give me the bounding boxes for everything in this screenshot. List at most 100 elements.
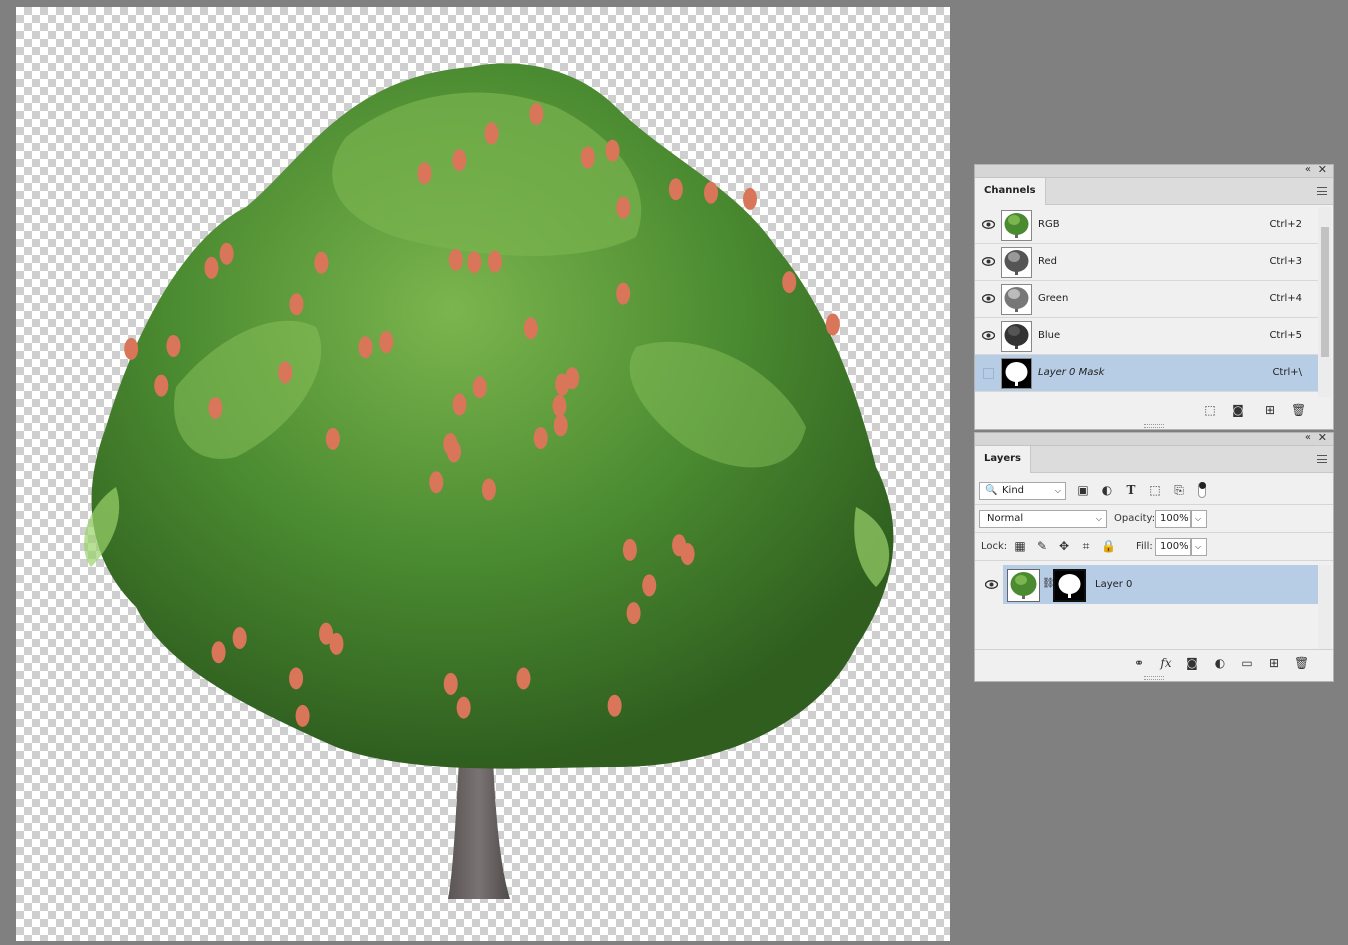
tab-layers[interactable]: Layers <box>975 446 1031 473</box>
shape-filter-icon[interactable]: ⬚ <box>1146 481 1164 499</box>
channel-shortcut: Ctrl+4 <box>1269 293 1302 304</box>
fx-icon[interactable]: fx <box>1159 656 1173 670</box>
fruit <box>289 667 304 690</box>
channel-name: Layer 0 Mask <box>1038 367 1105 378</box>
resize-grip[interactable] <box>1144 676 1164 680</box>
fruit <box>484 122 499 145</box>
layers-panel: « ✕ Layers 🔍 Kind ⌵ ▣ ◐ T ⬚ ⎘ Normal ⌵ O… <box>974 431 1334 682</box>
layers-scrollbar[interactable] <box>1318 565 1331 650</box>
fruit <box>553 414 568 437</box>
layer-thumbnail[interactable] <box>1007 569 1040 602</box>
new-channel-icon[interactable]: ⊞ <box>1263 403 1277 417</box>
fruit <box>452 149 467 172</box>
fruit <box>295 704 310 727</box>
fill-input[interactable]: 100% <box>1155 538 1191 556</box>
fruit <box>166 334 181 357</box>
link-icon[interactable]: ⚭ <box>1132 656 1146 670</box>
fruit <box>668 178 683 201</box>
layer-row[interactable]: ⛓ Layer 0 <box>1003 565 1319 604</box>
eye-icon[interactable] <box>982 257 995 266</box>
panel-menu-icon[interactable] <box>1317 187 1327 195</box>
fruit <box>565 367 580 390</box>
resize-grip[interactable] <box>1144 424 1164 428</box>
blend-row: Normal ⌵ Opacity: 100% ⌵ <box>975 505 1333 533</box>
fruit <box>232 626 247 649</box>
opacity-input[interactable]: 100% <box>1155 510 1191 528</box>
fruit <box>782 271 797 294</box>
fruit <box>552 394 567 417</box>
fruit <box>533 427 548 450</box>
eye-icon[interactable] <box>982 220 995 229</box>
tab-channels[interactable]: Channels <box>975 178 1046 205</box>
eye-icon[interactable] <box>985 580 998 589</box>
filter-toggle[interactable] <box>1198 482 1206 498</box>
pixel-filter-icon[interactable]: ▣ <box>1074 481 1092 499</box>
save-selection-icon[interactable]: ◙ <box>1231 403 1245 417</box>
fill-dropdown[interactable]: ⌵ <box>1191 538 1207 556</box>
fruit <box>211 641 226 664</box>
lock-position-icon[interactable]: ✥ <box>1057 539 1071 553</box>
fruit <box>467 251 482 274</box>
channel-thumbnail <box>1001 210 1032 241</box>
fruit <box>204 256 219 279</box>
filter-kind-select[interactable]: 🔍 Kind ⌵ <box>979 482 1066 500</box>
collapse-icon[interactable]: « <box>1305 164 1311 175</box>
type-filter-icon[interactable]: T <box>1122 481 1140 499</box>
close-icon[interactable]: ✕ <box>1318 163 1327 176</box>
fruit <box>487 250 502 273</box>
channel-row-red[interactable]: Red Ctrl+3 <box>975 244 1318 281</box>
collapse-icon[interactable]: « <box>1305 432 1311 443</box>
channel-shortcut: Ctrl+2 <box>1269 219 1302 230</box>
adjustment-filter-icon[interactable]: ◐ <box>1098 481 1116 499</box>
load-selection-icon[interactable]: ⬚ <box>1203 403 1217 417</box>
panel-menu-icon[interactable] <box>1317 455 1327 463</box>
group-icon[interactable]: ▭ <box>1240 656 1254 670</box>
lock-image-pixels-icon[interactable]: ✎ <box>1035 539 1049 553</box>
delete-icon[interactable]: 🗑 <box>1291 403 1306 417</box>
chevron-down-icon: ⌵ <box>1095 514 1102 523</box>
opacity-value: 100% <box>1160 513 1189 524</box>
layers-footer: ⚭ fx ◙ ◐ ▭ ⊞ 🗑 <box>975 649 1333 675</box>
add-mask-icon[interactable]: ◙ <box>1185 656 1199 670</box>
fruit <box>605 139 620 162</box>
channel-row-layer-mask[interactable]: Layer 0 Mask Ctrl+\ <box>975 355 1318 392</box>
opacity-dropdown[interactable]: ⌵ <box>1191 510 1207 528</box>
fruit <box>314 251 329 274</box>
layer-name[interactable]: Layer 0 <box>1095 579 1132 590</box>
fruit <box>704 181 719 204</box>
channel-name: RGB <box>1038 219 1060 230</box>
fruit <box>616 196 631 219</box>
scrollbar-thumb[interactable] <box>1321 227 1329 357</box>
channel-row-rgb[interactable]: RGB Ctrl+2 <box>975 207 1318 244</box>
lock-artboard-icon[interactable]: ⌗ <box>1079 539 1093 553</box>
tree-image <box>84 63 894 899</box>
layer-mask-thumbnail[interactable] <box>1053 569 1086 602</box>
channels-panel-topbar: « ✕ <box>975 163 1333 178</box>
channel-row-blue[interactable]: Blue Ctrl+5 <box>975 318 1318 355</box>
fruit <box>607 694 622 717</box>
fruit <box>516 667 531 690</box>
blend-mode-select[interactable]: Normal ⌵ <box>979 510 1107 528</box>
smart-object-filter-icon[interactable]: ⎘ <box>1170 481 1188 499</box>
channels-tabbar: Channels <box>975 178 1333 205</box>
search-icon: 🔍 <box>985 485 998 496</box>
adjustment-icon[interactable]: ◐ <box>1213 656 1227 670</box>
channel-name: Green <box>1038 293 1069 304</box>
filter-row: 🔍 Kind ⌵ ▣ ◐ T ⬚ ⎘ <box>975 477 1333 505</box>
channel-row-green[interactable]: Green Ctrl+4 <box>975 281 1318 318</box>
eye-icon[interactable] <box>982 331 995 340</box>
channels-scrollbar[interactable] <box>1318 207 1331 397</box>
opacity-label: Opacity: <box>1114 513 1156 524</box>
lock-all-icon[interactable]: 🔒 <box>1101 539 1116 553</box>
visibility-box[interactable] <box>983 368 994 379</box>
eye-icon[interactable] <box>982 294 995 303</box>
lock-transparent-pixels-icon[interactable]: ▦ <box>1013 539 1027 553</box>
document-canvas[interactable] <box>16 7 950 941</box>
channels-footer: ⬚ ◙ ⊞ 🗑 <box>975 397 1333 423</box>
channel-shortcut: Ctrl+\ <box>1272 367 1302 378</box>
fruit <box>452 393 467 416</box>
close-icon[interactable]: ✕ <box>1318 431 1327 444</box>
new-layer-icon[interactable]: ⊞ <box>1267 656 1281 670</box>
layers-panel-topbar: « ✕ <box>975 431 1333 446</box>
delete-icon[interactable]: 🗑 <box>1294 656 1309 670</box>
